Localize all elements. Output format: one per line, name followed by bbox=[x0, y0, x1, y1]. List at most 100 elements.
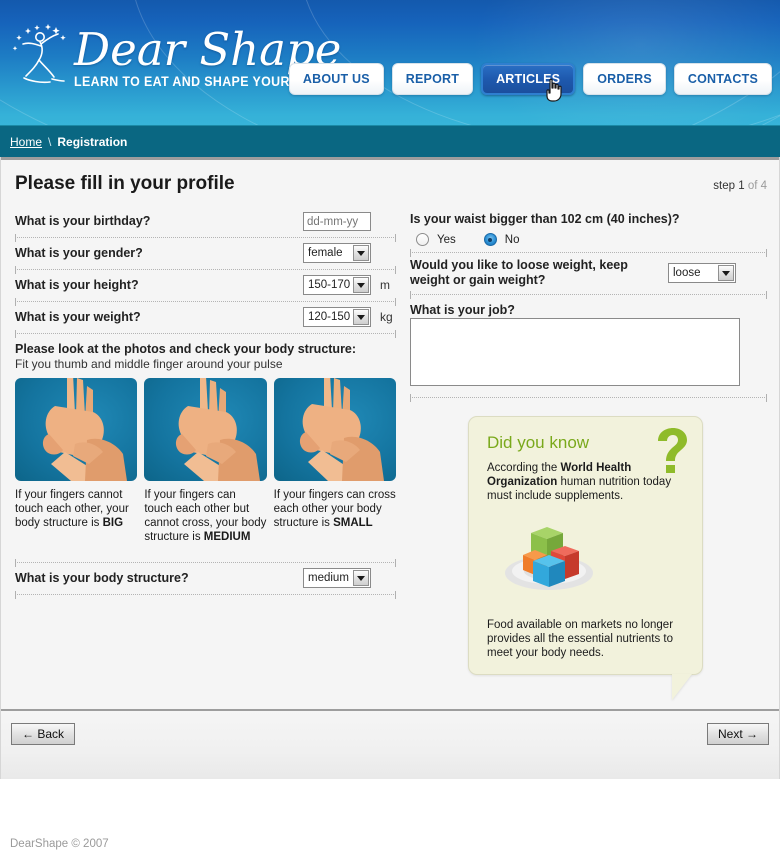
waist-radio-no-label: No bbox=[504, 233, 520, 246]
caption-small: If your fingers can cross each other you… bbox=[274, 488, 396, 544]
field-separator bbox=[15, 591, 396, 599]
nav-button-contacts[interactable]: CONTACTS bbox=[673, 63, 772, 95]
field-separator bbox=[15, 330, 396, 338]
label-weight: What is your weight? bbox=[15, 309, 141, 324]
field-separator bbox=[410, 249, 767, 257]
field-row-job: What is your job? bbox=[410, 295, 767, 391]
page-footer: DearShape © 2007 bbox=[0, 779, 780, 864]
hands-on-wrist-illustration-icon bbox=[176, 378, 261, 481]
chevron-down-icon[interactable] bbox=[353, 277, 369, 293]
breadcrumb-link-home[interactable]: Home bbox=[10, 135, 42, 149]
field-row-weight: What is your weight? 120-150 kg bbox=[15, 302, 396, 333]
label-job: What is your job? bbox=[410, 303, 515, 317]
body-structure-select-value: medium bbox=[308, 572, 349, 584]
field-row-height: What is your height? 150-170 m bbox=[15, 270, 396, 301]
back-button[interactable]: ← Back bbox=[11, 723, 76, 745]
nav-button-report[interactable]: REPORT bbox=[391, 63, 474, 95]
right-form-column: Is your waist bigger than 102 cm (40 inc… bbox=[396, 207, 767, 700]
field-row-body-structure: What is your body structure? medium bbox=[15, 563, 396, 594]
field-separator bbox=[410, 394, 767, 402]
field-separator bbox=[15, 266, 396, 274]
caption-big: If your fingers cannot touch each other,… bbox=[15, 488, 137, 544]
caption-medium: If your fingers can touch each other but… bbox=[144, 488, 266, 544]
breadcrumb-separator: \ bbox=[48, 134, 52, 149]
field-separator bbox=[15, 298, 396, 306]
nav-button-orders[interactable]: ORDERS bbox=[583, 63, 666, 95]
step-total: of 4 bbox=[747, 180, 767, 192]
did-you-know-callout-wrapper: Did you know According the World Health … bbox=[468, 416, 703, 700]
height-select[interactable]: 150-170 bbox=[303, 275, 371, 295]
hands-on-wrist-illustration-icon bbox=[299, 378, 384, 481]
field-row-gender: What is your gender? female bbox=[15, 238, 396, 269]
question-mark-icon bbox=[658, 428, 687, 473]
weight-select-value: 120-150 bbox=[308, 311, 351, 323]
label-body-structure: What is your body structure? bbox=[15, 570, 189, 585]
unit-weight: kg bbox=[380, 310, 393, 324]
chevron-down-icon[interactable] bbox=[353, 245, 369, 261]
gender-select[interactable]: female bbox=[303, 243, 371, 263]
breadcrumb: Home \ Registration bbox=[0, 125, 780, 157]
caption-big-emphasis: BIG bbox=[102, 517, 124, 529]
chevron-down-icon[interactable] bbox=[718, 265, 734, 281]
waist-radio-no[interactable]: No bbox=[483, 233, 520, 246]
nav-button-articles[interactable]: ARTICLES bbox=[481, 63, 576, 95]
page-header-row: Please fill in your profile step 1 of 4 bbox=[11, 160, 769, 195]
photo-big-structure[interactable] bbox=[15, 378, 138, 481]
page-title: Please fill in your profile bbox=[15, 173, 235, 194]
waist-radio-yes-label: Yes bbox=[437, 233, 456, 246]
site-header: Dear Shape LEARN TO EAT AND SHAPE YOUR S… bbox=[0, 0, 780, 125]
photo-captions: If your fingers cannot touch each other,… bbox=[15, 481, 396, 544]
app-window: Dear Shape LEARN TO EAT AND SHAPE YOUR S… bbox=[0, 0, 780, 864]
form-columns: What is your birthday? What is your gend… bbox=[11, 195, 769, 700]
chevron-down-icon[interactable] bbox=[353, 309, 369, 325]
did-you-know-callout: Did you know According the World Health … bbox=[468, 416, 703, 700]
weight-select[interactable]: 120-150 bbox=[303, 307, 371, 327]
photos-note: Fit you thumb and middle finger around y… bbox=[15, 357, 283, 371]
dancing-figure-logo-icon bbox=[12, 24, 66, 84]
callout-top-part1: According the bbox=[487, 462, 561, 474]
chevron-down-icon[interactable] bbox=[353, 570, 369, 586]
callout-bottom-text: Food available on markets no longer prov… bbox=[487, 619, 674, 659]
field-separator bbox=[410, 291, 767, 299]
wizard-button-bar: ← Back Next → bbox=[1, 709, 779, 779]
left-form-column: What is your birthday? What is your gend… bbox=[11, 207, 396, 675]
caption-small-emphasis: SMALL bbox=[333, 517, 373, 529]
body-structure-select[interactable]: medium bbox=[303, 568, 371, 588]
body-structure-photos bbox=[15, 371, 396, 481]
hands-on-wrist-illustration-icon bbox=[42, 378, 127, 481]
step-indicator: step 1 of 4 bbox=[713, 180, 767, 192]
step-current: step 1 bbox=[713, 180, 745, 192]
radio-unchecked-icon[interactable] bbox=[416, 233, 429, 246]
breadcrumb-current-registration: Registration bbox=[57, 134, 128, 149]
field-row-goal: Would you like to loose weight, keep wei… bbox=[410, 253, 767, 294]
copyright-text: DearShape © 2007 bbox=[10, 838, 109, 850]
unit-height: m bbox=[380, 278, 390, 292]
next-button[interactable]: Next → bbox=[706, 723, 769, 745]
label-height: What is your height? bbox=[15, 277, 139, 292]
label-waist: Is your waist bigger than 102 cm (40 inc… bbox=[410, 212, 680, 226]
field-separator bbox=[15, 559, 396, 567]
height-select-value: 150-170 bbox=[308, 279, 351, 291]
nav-button-about-us[interactable]: ABOUT US bbox=[288, 63, 384, 95]
main-navigation: ABOUT US REPORT ARTICLES ORDERS CONTACTS bbox=[288, 63, 772, 95]
gender-select-value: female bbox=[308, 247, 343, 259]
goal-select-value: loose bbox=[673, 267, 701, 279]
waist-radio-group: Yes No bbox=[410, 227, 767, 248]
caption-medium-emphasis: MEDIUM bbox=[203, 531, 251, 543]
birthday-input[interactable] bbox=[303, 212, 371, 231]
photos-heading: Please look at the photos and check your… bbox=[15, 342, 357, 356]
plate-with-food-cubes-icon bbox=[505, 527, 593, 590]
photo-small-structure[interactable] bbox=[273, 378, 396, 481]
label-birthday: What is your birthday? bbox=[15, 214, 151, 228]
photo-medium-structure[interactable] bbox=[144, 378, 267, 481]
field-row-waist: Is your waist bigger than 102 cm (40 inc… bbox=[410, 207, 767, 248]
waist-radio-yes[interactable]: Yes bbox=[416, 233, 456, 246]
field-row-birthday: What is your birthday? bbox=[15, 207, 396, 237]
label-goal: Would you like to loose weight, keep wei… bbox=[410, 258, 628, 287]
job-textarea[interactable] bbox=[410, 318, 740, 386]
main-content: Please fill in your profile step 1 of 4 … bbox=[0, 157, 780, 779]
goal-select[interactable]: loose bbox=[668, 263, 736, 283]
callout-tail bbox=[672, 674, 692, 700]
radio-checked-icon[interactable] bbox=[483, 233, 497, 246]
label-gender: What is your gender? bbox=[15, 245, 143, 260]
